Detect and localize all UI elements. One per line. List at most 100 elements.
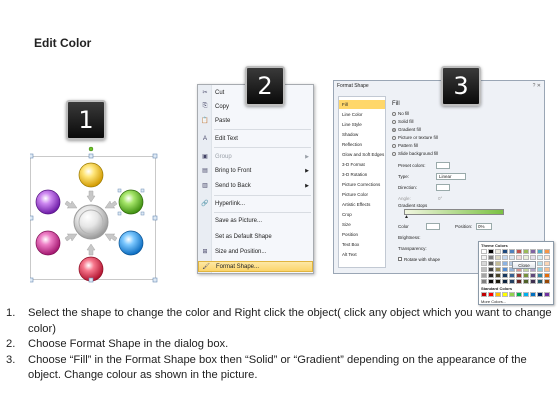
menu-item-format-shape[interactable]: 🖌 Format Shape... (198, 261, 313, 272)
category-glow[interactable]: Glow and Soft Edges (339, 150, 385, 159)
color-swatch[interactable] (495, 273, 501, 278)
color-swatch[interactable] (530, 292, 536, 297)
menu-item-hyperlink[interactable]: 🔗 Hyperlink... (198, 198, 313, 209)
color-swatch[interactable] (481, 273, 487, 278)
menu-item-bring-front[interactable]: ▤ Bring to Front ▶ (198, 165, 313, 176)
stop-marker-icon[interactable]: ▲ (404, 214, 409, 220)
color-swatch[interactable] (502, 279, 508, 284)
color-swatch[interactable] (537, 292, 543, 297)
color-swatch[interactable] (523, 249, 529, 254)
color-swatch[interactable] (488, 273, 494, 278)
color-swatch[interactable] (544, 249, 550, 254)
color-swatch[interactable] (488, 255, 494, 260)
gradient-stops-bar[interactable] (404, 209, 504, 215)
category-picture-color[interactable]: Picture Color (339, 190, 385, 199)
fill-option-solid[interactable]: Solid fill (392, 119, 414, 124)
color-swatch[interactable] (516, 292, 522, 297)
color-swatch[interactable] (488, 261, 494, 266)
direction-dropdown[interactable] (436, 184, 450, 191)
color-swatch[interactable] (481, 249, 487, 254)
color-swatch[interactable] (516, 273, 522, 278)
fill-option-slide-bg[interactable]: Slide background fill (392, 151, 438, 156)
color-swatch[interactable] (530, 279, 536, 284)
menu-item-size-position[interactable]: ⊞ Size and Position... (198, 246, 313, 257)
color-swatch[interactable] (502, 267, 508, 272)
color-swatch[interactable] (530, 255, 536, 260)
color-swatch[interactable] (481, 255, 487, 260)
color-swatch[interactable] (544, 292, 550, 297)
category-artistic-effects[interactable]: Artistic Effects (339, 200, 385, 209)
menu-item-save-picture[interactable]: Save as Picture... (198, 215, 313, 226)
category-crop[interactable]: Crop (339, 210, 385, 219)
rotate-with-shape[interactable]: Rotate with shape (398, 257, 440, 262)
color-swatch[interactable] (495, 292, 501, 297)
color-swatch[interactable] (530, 249, 536, 254)
color-swatch[interactable] (537, 279, 543, 284)
color-swatch[interactable] (509, 279, 515, 284)
color-swatch[interactable] (495, 267, 501, 272)
color-swatch[interactable] (544, 255, 550, 260)
color-swatch[interactable] (502, 261, 508, 266)
color-dropdown[interactable] (426, 223, 440, 230)
fill-option-no-fill[interactable]: No fill (392, 111, 409, 116)
color-swatch[interactable] (530, 273, 536, 278)
category-size[interactable]: Size (339, 220, 385, 229)
color-swatch[interactable] (509, 292, 515, 297)
color-swatch[interactable] (544, 267, 550, 272)
color-swatch[interactable] (488, 279, 494, 284)
color-swatch[interactable] (544, 261, 550, 266)
menu-item-send-back[interactable]: ▥ Send to Back ▶ (198, 180, 313, 191)
category-position[interactable]: Position (339, 230, 385, 239)
color-swatch[interactable] (488, 249, 494, 254)
preset-colors-dropdown[interactable] (436, 162, 450, 169)
color-swatch[interactable] (481, 292, 487, 297)
color-swatch[interactable] (488, 292, 494, 297)
fill-option-gradient[interactable]: Gradient fill (392, 127, 421, 132)
color-swatch[interactable] (495, 279, 501, 284)
color-swatch[interactable] (495, 249, 501, 254)
category-reflection[interactable]: Reflection (339, 140, 385, 149)
color-swatch[interactable] (523, 279, 529, 284)
color-swatch[interactable] (502, 273, 508, 278)
color-swatch[interactable] (537, 261, 543, 266)
more-colors-link[interactable]: More Colors... (481, 299, 506, 304)
color-swatch[interactable] (516, 249, 522, 254)
menu-item-group[interactable]: ▣ Group ▶ (198, 151, 313, 162)
color-swatch[interactable] (509, 273, 515, 278)
color-swatch[interactable] (502, 255, 508, 260)
color-swatch[interactable] (537, 267, 543, 272)
color-swatch[interactable] (509, 249, 515, 254)
color-swatch[interactable] (537, 273, 543, 278)
menu-item-edit-text[interactable]: A Edit Text (198, 133, 313, 144)
color-swatch[interactable] (537, 255, 543, 260)
color-swatch[interactable] (488, 267, 494, 272)
color-swatch[interactable] (516, 279, 522, 284)
type-dropdown[interactable]: Linear (436, 173, 466, 180)
color-swatch[interactable] (544, 273, 550, 278)
category-shadow[interactable]: Shadow (339, 130, 385, 139)
category-3d-rotation[interactable]: 3-D Rotation (339, 170, 385, 179)
menu-item-paste[interactable]: 📋 Paste (198, 115, 313, 126)
close-button[interactable]: Close (512, 261, 536, 269)
color-swatch[interactable] (523, 273, 529, 278)
category-line-color[interactable]: Line Color (339, 110, 385, 119)
color-swatch[interactable] (537, 249, 543, 254)
category-fill[interactable]: Fill (339, 100, 385, 109)
color-swatch[interactable] (509, 255, 515, 260)
category-text-box[interactable]: Text Box (339, 240, 385, 249)
color-swatch[interactable] (516, 255, 522, 260)
color-swatch[interactable] (523, 292, 529, 297)
color-swatch[interactable] (495, 261, 501, 266)
fill-option-picture[interactable]: Picture or texture fill (392, 135, 438, 140)
category-line-style[interactable]: Line Style (339, 120, 385, 129)
color-swatch[interactable] (481, 279, 487, 284)
position-input[interactable]: 0% (476, 223, 492, 230)
menu-item-default-shape[interactable]: Set as Default Shape (198, 231, 313, 242)
color-swatch[interactable] (481, 267, 487, 272)
color-swatch[interactable] (481, 261, 487, 266)
fill-option-pattern[interactable]: Pattern fill (392, 143, 418, 148)
color-swatch[interactable] (495, 255, 501, 260)
color-swatch[interactable] (544, 279, 550, 284)
color-swatch[interactable] (502, 292, 508, 297)
category-3d-format[interactable]: 3-D Format (339, 160, 385, 169)
